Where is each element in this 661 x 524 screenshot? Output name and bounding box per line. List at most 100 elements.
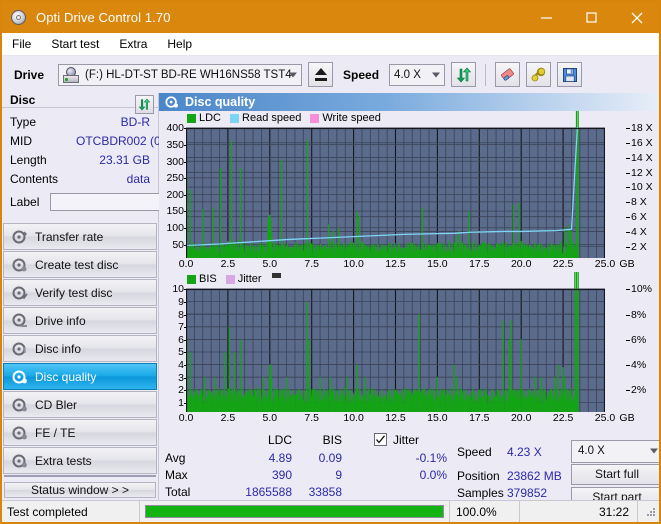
sidebar-item-disc-info[interactable]: Disc info xyxy=(3,335,157,362)
status-bar: Test completed 100.0% 31:22 xyxy=(2,500,659,522)
refresh-button[interactable] xyxy=(451,62,477,87)
sidebar-item-fe-te[interactable]: FE / TE xyxy=(3,419,157,446)
menu-start-test[interactable]: Start test xyxy=(49,35,108,53)
sidebar-item-create-test-disc[interactable]: Create test disc xyxy=(3,251,157,278)
x-tick-label: 17.5 xyxy=(469,257,490,270)
y2-tick-mark xyxy=(626,202,630,204)
y2-tick-mark xyxy=(626,187,630,189)
x-tick-label: 25.0 xyxy=(594,412,616,425)
legend-swatch xyxy=(187,113,196,123)
x-tick-label: 25.0 xyxy=(594,257,616,270)
legend-swatch xyxy=(187,274,196,284)
legend-label: Write speed xyxy=(322,112,381,125)
y2-tick-label: 10 X xyxy=(631,181,653,194)
jitter-checkbox[interactable] xyxy=(374,432,387,446)
stats-samples-value: 379852 xyxy=(507,485,548,500)
stats-avg-jitter: -0.1% xyxy=(415,450,447,465)
legend-item: Read speed xyxy=(230,112,301,124)
app-disc-icon xyxy=(10,9,28,27)
disc-type-value: BD-R xyxy=(120,114,150,129)
resize-grip[interactable] xyxy=(638,501,659,523)
menu-file[interactable]: File xyxy=(10,35,40,53)
sidebar-item-drive-info[interactable]: Drive info xyxy=(3,307,157,334)
menu-extra[interactable]: Extra xyxy=(117,35,156,53)
x-tick-label: 12.5 xyxy=(385,257,406,270)
sidebar-item-label: Extra tests xyxy=(35,453,92,468)
x-tick-label: 10.0 xyxy=(343,257,364,270)
application-window: Opti Drive Control 1.70 File Start test … xyxy=(0,0,661,524)
drive-toolbar: Drive (F:) HL-DT-ST BD-RE WH16NS58 TST4 … xyxy=(2,55,659,93)
x-tick-label: 5.0 xyxy=(262,412,278,425)
disc-row-length: Length 23.31 GB xyxy=(10,150,152,169)
minimize-icon[interactable] xyxy=(524,2,569,33)
y-tick-label: 50 xyxy=(172,238,184,251)
tools-button[interactable] xyxy=(526,62,552,87)
drive-select[interactable]: (F:) HL-DT-ST BD-RE WH16NS58 TST4 xyxy=(58,63,303,86)
sidebar-item-extra-tests[interactable]: Extra tests xyxy=(3,447,157,474)
sidebar-item-cd-bler[interactable]: CD Bler xyxy=(3,391,157,418)
legend-label: Read speed xyxy=(242,112,302,125)
y2-tick-mark xyxy=(626,390,630,392)
x-axis-unit-label: GB xyxy=(619,412,635,425)
legend-item: BIS xyxy=(187,273,217,285)
legend-label: BIS xyxy=(199,273,217,286)
sidebar-item-label: Transfer rate xyxy=(35,229,104,244)
status-window-button[interactable]: Status window > > xyxy=(4,482,156,498)
sidebar-item-transfer-rate[interactable]: Transfer rate xyxy=(3,223,157,250)
progress-bar-fill xyxy=(146,506,443,517)
save-button[interactable] xyxy=(557,62,583,87)
y2-tick-mark xyxy=(626,143,630,145)
sidebar-item-disc-quality[interactable]: Disc quality xyxy=(3,363,157,390)
speed-result-select[interactable]: 4.0 X xyxy=(571,439,659,463)
stats-right: Speed 4.23 X 4.0 X Position 23862 MB Sam… xyxy=(449,431,659,508)
start-full-button[interactable]: Start full xyxy=(571,463,659,485)
sidebar-item-label: FE / TE xyxy=(35,425,76,440)
maximize-icon[interactable] xyxy=(569,2,614,33)
drive-select-value: (F:) HL-DT-ST BD-RE WH16NS58 TST4 xyxy=(85,68,292,81)
legend-item: Write speed xyxy=(310,112,381,124)
y-tick-label: 100 xyxy=(166,222,184,235)
tools-icon xyxy=(531,67,546,82)
speed-label: Speed xyxy=(343,67,380,82)
eject-button[interactable] xyxy=(308,62,334,87)
speed-select[interactable]: 4.0 X xyxy=(389,63,446,86)
body-row: Disc Type BD-R MID OTCBDR002 (000) Lengt… xyxy=(2,93,659,508)
sidebar-item-verify-test-disc[interactable]: Verify test disc xyxy=(3,279,157,306)
erase-button[interactable] xyxy=(495,62,521,87)
y-tick-label: 200 xyxy=(166,188,184,201)
y2-tick-label: 2% xyxy=(631,384,647,397)
x-tick-label: 15.0 xyxy=(427,412,448,425)
toolbar-divider xyxy=(485,63,487,86)
y-tick-label: 150 xyxy=(166,205,184,218)
disc-refresh-button[interactable] xyxy=(135,95,154,114)
stats-position-value: 23862 MB xyxy=(507,468,562,483)
disc-quality-icon xyxy=(12,370,27,383)
disc-contents-label: Contents xyxy=(10,171,59,186)
legend-label: Jitter xyxy=(237,273,262,286)
menu-help[interactable]: Help xyxy=(165,35,201,53)
disc-mid-label: MID xyxy=(10,133,32,148)
sidebar-item-label: Drive info xyxy=(35,313,86,328)
y2-tick-mark xyxy=(626,172,630,174)
y2-tick-mark xyxy=(626,231,630,233)
stats-row-avg-label: Avg xyxy=(165,450,186,465)
sidebar-strip xyxy=(4,475,156,477)
refresh-arrows-icon xyxy=(456,67,471,82)
y-tick-label: 300 xyxy=(166,155,184,168)
disc-row-mid: MID OTCBDR002 (000) xyxy=(10,131,178,150)
sidebar-item-label: Disc quality xyxy=(35,369,97,384)
elapsed-time: 31:22 xyxy=(520,500,638,522)
stats-left: LDC BIS Jitter Avg 4.89 0.09 -0.1% Max 3… xyxy=(159,431,449,500)
close-icon[interactable] xyxy=(614,2,659,33)
x-tick-label: 2.5 xyxy=(220,257,236,270)
eraser-icon xyxy=(501,68,514,81)
y-tick-label: 250 xyxy=(166,172,184,185)
optical-drive-icon xyxy=(63,66,80,83)
bis-chart-plot xyxy=(186,272,605,416)
progress-percent: 100.0% xyxy=(450,500,520,522)
speed-select-value: 4.0 X xyxy=(394,68,421,81)
disc-extra-icon xyxy=(12,454,27,467)
disc-panel-header: Disc xyxy=(2,93,158,114)
y2-tick-label: 10% xyxy=(631,283,653,296)
chevron-down-icon xyxy=(432,72,441,77)
